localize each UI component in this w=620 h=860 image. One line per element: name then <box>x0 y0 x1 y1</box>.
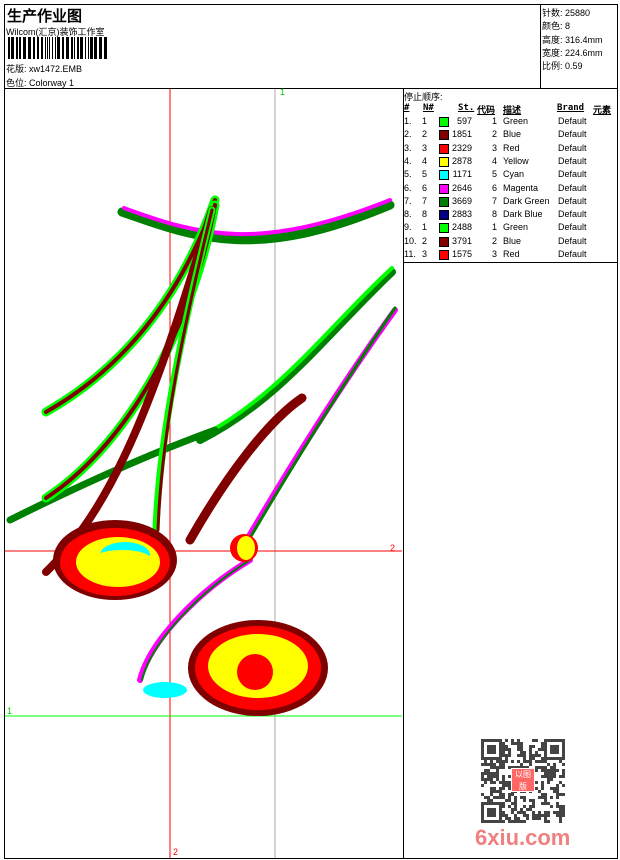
qr-module <box>526 817 529 820</box>
red-guide-horizontal-label: 2 <box>390 543 395 553</box>
qr-module <box>502 787 505 790</box>
qr-module <box>535 739 538 742</box>
qr-module <box>523 799 526 802</box>
qr-module <box>562 763 565 766</box>
qr-module <box>505 760 508 763</box>
embroidery-leaves <box>6 195 398 683</box>
embroidery-flowers <box>53 520 328 716</box>
qr-module <box>547 814 550 817</box>
qr-module <box>550 805 553 808</box>
qr-module <box>547 781 550 784</box>
qr-module <box>541 787 544 790</box>
qr-module <box>502 820 505 823</box>
qr-module <box>535 769 538 772</box>
qr-module <box>538 817 541 820</box>
qr-module <box>556 769 559 772</box>
green-guide-horizontal-label: 1 <box>7 706 12 716</box>
qr-module <box>562 775 565 778</box>
qr-module <box>556 796 559 799</box>
qr-module <box>493 814 496 817</box>
qr-module <box>556 751 559 754</box>
qr-module <box>562 814 565 817</box>
qr-module <box>547 820 550 823</box>
qr-module <box>481 784 484 787</box>
qr-module <box>502 805 505 808</box>
qr-module <box>550 778 553 781</box>
qr-module <box>535 781 538 784</box>
qr-module <box>532 805 535 808</box>
qr-module <box>505 739 508 742</box>
qr-module <box>529 763 532 766</box>
red-guide-vertical-label: 2 <box>173 847 178 857</box>
qr-module <box>502 766 505 769</box>
watermark-seal: 以图版 <box>511 768 535 792</box>
qr-module <box>562 793 565 796</box>
qr-module <box>550 796 553 799</box>
qr-module <box>562 784 565 787</box>
qr-module <box>532 745 535 748</box>
green-guide-vertical-label: 1 <box>280 87 285 97</box>
qr-module <box>511 760 514 763</box>
qr-module <box>508 754 511 757</box>
qr-module <box>493 751 496 754</box>
watermark-logo: 6xiu.com <box>475 825 571 850</box>
qr-module <box>562 757 565 760</box>
qr-module <box>553 775 556 778</box>
design-preview: 1 2 1 2 <box>5 87 402 858</box>
qr-module <box>484 781 487 784</box>
qr-module <box>523 820 526 823</box>
qr-module <box>559 820 562 823</box>
qr-module <box>493 781 496 784</box>
